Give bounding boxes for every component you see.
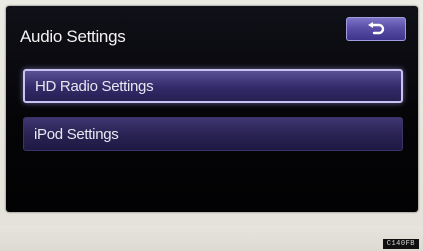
ipod-settings-button[interactable]: iPod Settings bbox=[23, 117, 403, 151]
ipod-settings-label: iPod Settings bbox=[34, 125, 119, 143]
display-screen: Audio Settings HD Radio Settings iPod Se… bbox=[6, 6, 418, 212]
photo-frame: Audio Settings HD Radio Settings iPod Se… bbox=[0, 0, 423, 251]
hd-radio-settings-button[interactable]: HD Radio Settings bbox=[23, 69, 403, 103]
hd-radio-settings-label: HD Radio Settings bbox=[35, 77, 154, 95]
footer-strip: C140FB bbox=[0, 226, 423, 251]
page-title: Audio Settings bbox=[20, 27, 126, 46]
figure-code: C140FB bbox=[382, 239, 419, 249]
back-button[interactable] bbox=[346, 17, 406, 41]
return-arrow-icon bbox=[368, 22, 385, 35]
